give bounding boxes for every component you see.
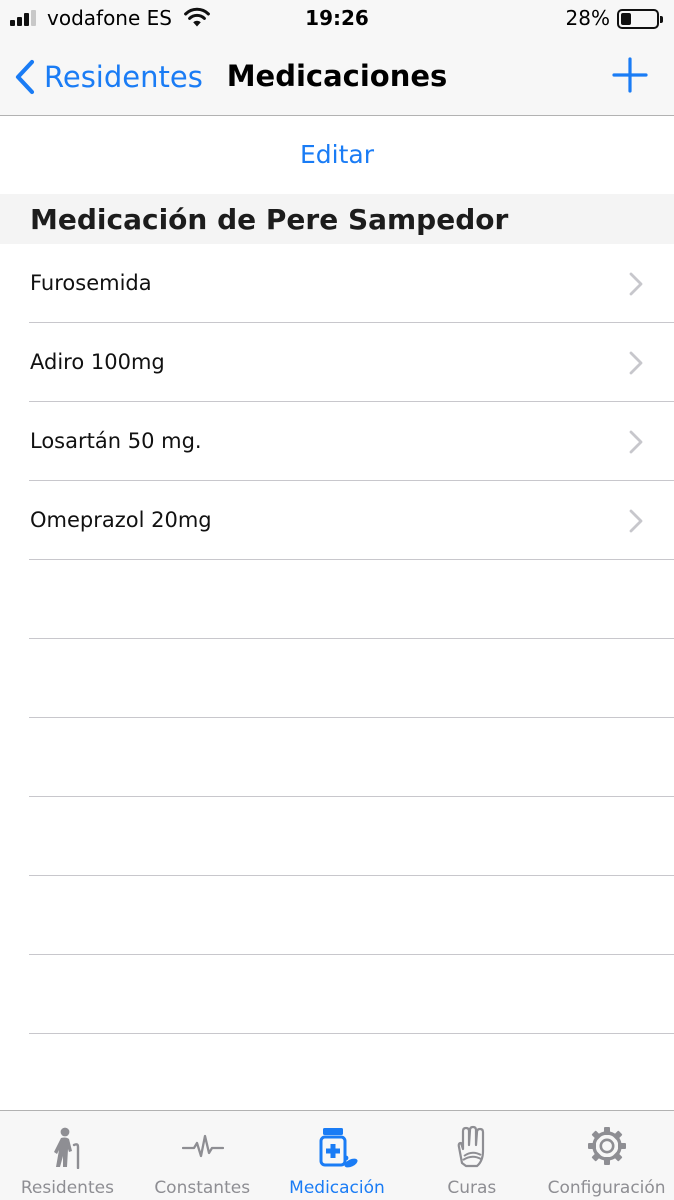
elderly-person-icon <box>54 1127 80 1169</box>
empty-row <box>0 797 674 876</box>
tab-residentes[interactable]: Residentes <box>0 1111 135 1200</box>
chevron-right-icon <box>629 272 643 296</box>
tab-bar: Residentes Constantes Medicación Curas Confi… <box>0 1110 674 1200</box>
empty-row <box>0 639 674 718</box>
tab-label: Residentes <box>20 1178 114 1198</box>
tab-label: Medicación <box>289 1178 385 1198</box>
battery-level-fill <box>621 13 631 25</box>
medication-name: Omeprazol 20mg <box>30 508 212 532</box>
medication-list: Furosemida Adiro 100mg Losartán 50 mg. Omep… <box>0 244 674 1110</box>
medication-row[interactable]: Adiro 100mg <box>0 323 674 402</box>
section-header: Medicación de Pere Sampedor <box>0 194 674 244</box>
section-title: Medicación de Pere Sampedor <box>30 203 509 236</box>
edit-button[interactable]: Editar <box>0 138 674 172</box>
tab-configuracion[interactable]: Configuración <box>539 1111 674 1200</box>
tab-label: Curas <box>447 1178 497 1198</box>
medication-row[interactable]: Losartán 50 mg. <box>0 402 674 481</box>
tab-label: Configuración <box>547 1178 666 1198</box>
gear-icon <box>588 1127 627 1165</box>
chevron-right-icon <box>629 351 643 375</box>
battery-percentage: 28% <box>565 6 610 30</box>
plus-icon <box>612 57 648 93</box>
add-medication-button[interactable] <box>611 56 649 94</box>
chevron-left-icon <box>15 59 35 95</box>
empty-row <box>0 876 674 955</box>
empty-row <box>0 718 674 797</box>
back-button[interactable]: Residentes <box>12 56 203 98</box>
medication-name: Adiro 100mg <box>30 350 165 374</box>
tab-constantes[interactable]: Constantes <box>135 1111 270 1200</box>
battery-icon <box>617 9 663 29</box>
tab-medicacion[interactable]: Medicación <box>270 1111 405 1200</box>
tab-curas[interactable]: Curas <box>404 1111 539 1200</box>
medication-row[interactable]: Furosemida <box>0 244 674 323</box>
empty-row <box>0 955 674 1034</box>
heartbeat-icon <box>181 1134 224 1158</box>
back-button-label: Residentes <box>44 60 203 94</box>
medicine-bottle-icon <box>319 1128 358 1168</box>
medication-row[interactable]: Omeprazol 20mg <box>0 481 674 560</box>
chevron-right-icon <box>629 430 643 454</box>
medication-name: Losartán 50 mg. <box>30 429 202 453</box>
navigation-bar: Residentes Medicaciones <box>0 38 674 116</box>
chevron-right-icon <box>629 509 643 533</box>
edit-band: Editar <box>0 116 674 194</box>
status-bar: vodafone ES 19:26 28% <box>0 0 674 38</box>
tab-label: Constantes <box>154 1178 251 1198</box>
empty-row <box>0 560 674 639</box>
bandaged-hand-icon <box>458 1125 485 1168</box>
medication-name: Furosemida <box>30 271 152 295</box>
